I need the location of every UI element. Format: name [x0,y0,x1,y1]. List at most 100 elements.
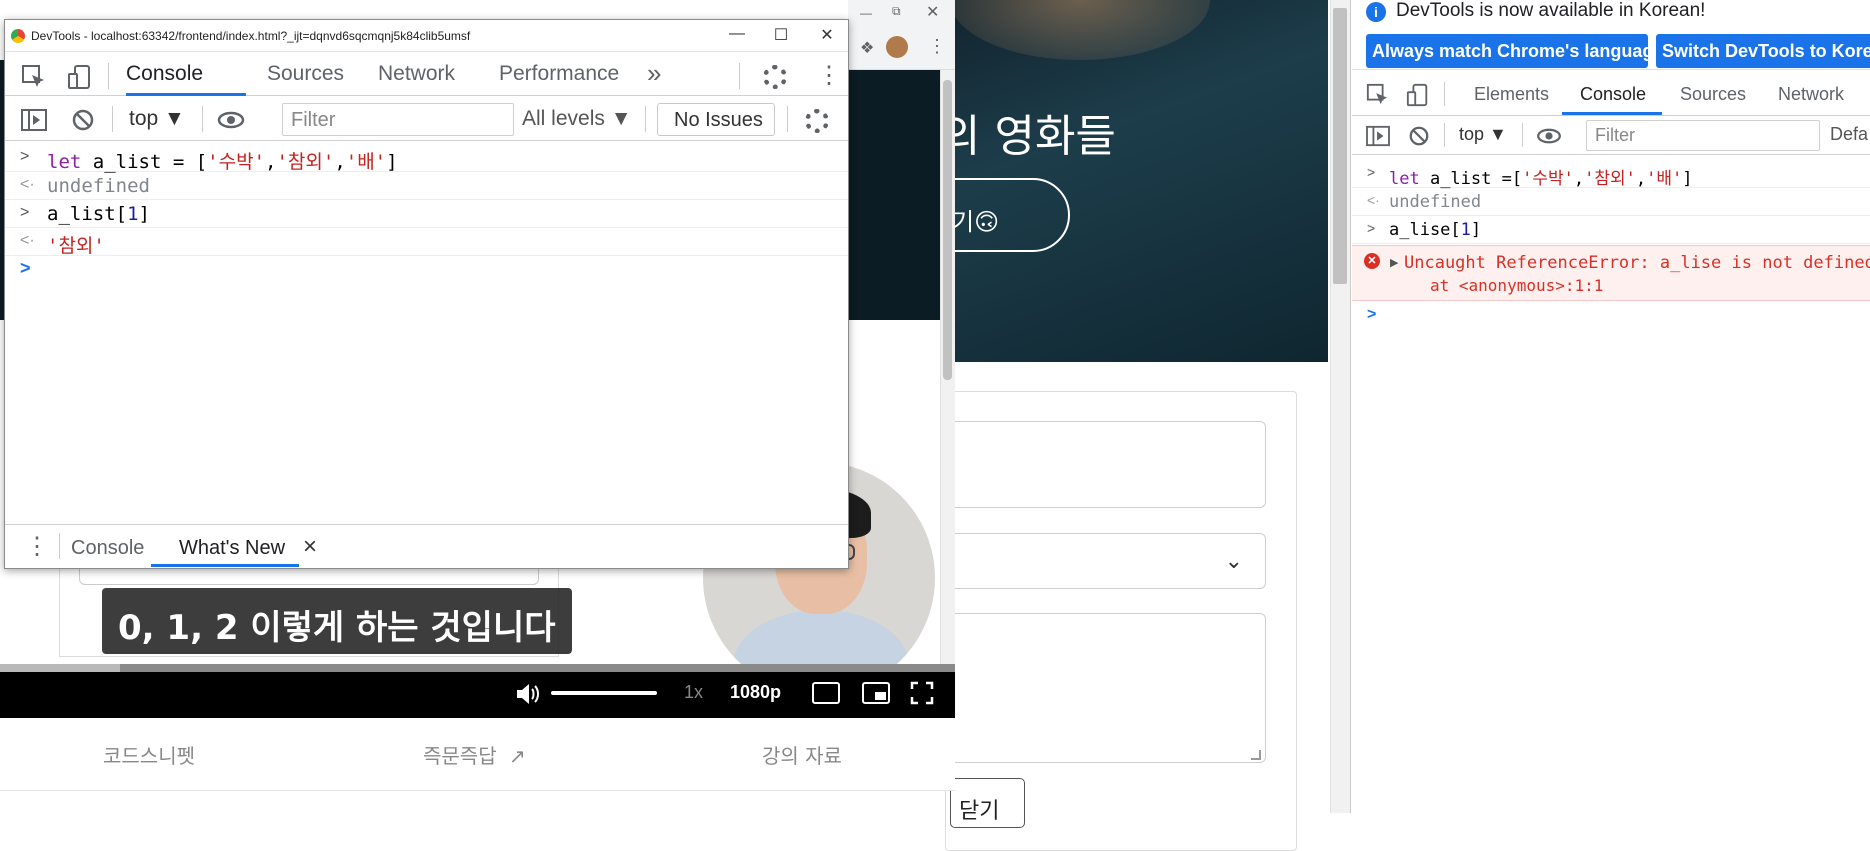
tab-elements[interactable]: Elements [1474,84,1549,105]
console-prompt-area[interactable]: > [1352,302,1870,802]
console-prompt-area[interactable]: > [5,256,848,522]
playback-speed-button[interactable]: 1x [684,682,703,703]
console-filter-input[interactable]: Filter [282,103,514,136]
rating-select[interactable]: ⌄ [950,533,1266,589]
hero-title: 의 영화들 [940,111,1116,162]
tab-network[interactable]: Network [1778,84,1844,105]
extensions-icon[interactable]: ❖ [860,38,874,58]
sidebar-toggle-icon[interactable] [21,108,47,132]
settings-gear-icon[interactable] [763,65,787,89]
fullscreen-icon[interactable] [910,681,934,705]
drawer-tab-whats-new[interactable]: What's New [179,537,285,560]
console-settings-icon[interactable] [805,109,829,133]
quality-button[interactable]: 1080p [730,682,781,703]
subtitles-icon[interactable] [812,682,840,704]
input-prompt-icon: > [20,204,30,221]
browser-toolbar-fragment: ❖ ⋮ — ⧉ ✕ [848,0,955,70]
volume-icon[interactable] [514,680,542,708]
maximize-icon[interactable]: ☐ [771,25,791,45]
active-prompt-icon: > [1367,306,1377,323]
console-input-line: > a_list[1] [5,200,848,228]
more-tabs-icon[interactable]: » [647,58,661,89]
console-input-line: > let a_list =['수박','참외','배'] [1352,160,1870,189]
devtools-drawer-tabbar: ⋮ Console What's New × [5,524,848,568]
console-output: '참외' [47,235,105,257]
error-stack-link[interactable]: at <anonymous>:1:1 [1430,276,1603,295]
clear-console-icon[interactable] [1408,125,1430,147]
drawer-tab-console[interactable]: Console [71,537,144,560]
inspect-element-icon[interactable] [1366,83,1390,107]
live-expression-eye-icon[interactable] [1536,127,1562,145]
issues-button[interactable]: No Issues [657,103,775,136]
console-code: let a_list =['수박','참외','배'] [1389,169,1693,189]
infobar-message: DevTools is now available in Korean! [1396,0,1706,21]
devtools-window: DevTools - localhost:63342/frontend/inde… [4,19,849,569]
log-levels-dropdown[interactable]: All levels ▼ [522,107,631,131]
output-arrow-icon: <· [20,176,35,193]
context-selector[interactable]: top ▼ [1459,124,1507,145]
drawer-active-indicator [151,564,299,567]
context-selector[interactable]: top ▼ [129,107,185,131]
console-input-line: > a_lise[1] [1352,216,1870,244]
tab-qna[interactable]: 즉문즉답 ↗ [423,740,526,769]
expand-triangle-icon[interactable]: ▶ [1390,256,1398,269]
active-tab-indicator [1562,112,1662,115]
inspect-element-icon[interactable] [21,64,47,90]
tab-console[interactable]: Console [126,62,203,86]
menu-kebab-icon[interactable]: ⋮ [817,64,841,88]
console-output: undefined [47,175,150,197]
console-code: a_lise[1] [1389,220,1482,240]
switch-to-korean-button[interactable]: Switch DevTools to Korean [1656,34,1870,68]
tab-console[interactable]: Console [1580,84,1646,105]
comment-textarea[interactable] [950,613,1266,763]
tab-performance[interactable]: Performance [499,62,619,86]
console-input-line: > let a_list = ['수박','참외','배'] [5,144,848,173]
error-text: Uncaught ReferenceError: a_lise is not d… [1404,253,1870,273]
video-played-bar [0,664,120,672]
menu-kebab-icon[interactable]: ⋮ [928,36,946,57]
active-prompt-icon: > [20,258,31,278]
page-scroll-thumb[interactable] [943,80,952,380]
console-output-line: <· undefined [5,172,848,200]
device-toolbar-icon[interactable] [1406,83,1430,107]
console-code: a_list[1] [47,203,150,225]
restore-icon[interactable]: ⧉ [892,4,901,19]
tab-sources[interactable]: Sources [267,62,344,86]
console-filter-input[interactable]: Filter [1586,120,1820,151]
video-subtitle: 0, 1, 2 이렇게 하는 것입니다 [102,588,572,654]
clear-console-icon[interactable] [71,108,95,132]
device-toolbar-icon[interactable] [67,64,93,90]
resize-grip-icon[interactable] [1251,750,1261,760]
active-tab-indicator [126,93,246,96]
picture-in-picture-icon[interactable] [862,682,890,704]
tab-network[interactable]: Network [378,62,455,86]
tab-lecture-materials[interactable]: 강의 자료 [762,740,842,769]
close-button[interactable]: 닫기 [950,778,1025,828]
console-output-line: <· undefined [1352,188,1870,216]
url-input[interactable] [950,421,1266,508]
live-expression-eye-icon[interactable] [217,110,245,130]
drawer-menu-icon[interactable]: ⋮ [25,535,49,559]
devtools-titlebar[interactable]: DevTools - localhost:63342/frontend/inde… [5,20,848,52]
devtools-window-title: DevTools - localhost:63342/frontend/inde… [31,29,471,43]
input-prompt-icon: > [20,148,30,165]
minimize-icon[interactable]: — [727,25,747,43]
tab-sources[interactable]: Sources [1680,84,1746,105]
sidebar-toggle-icon[interactable] [1366,125,1390,147]
input-prompt-icon: > [1367,164,1376,180]
always-match-language-button[interactable]: Always match Chrome's language [1366,34,1648,68]
minimize-icon[interactable]: — [860,6,872,20]
tab-code-snippet[interactable]: 코드스니펫 [103,740,195,769]
tab-qna-label: 즉문즉답 [423,744,497,768]
error-icon: ✕ [1364,253,1380,269]
avatar[interactable] [886,36,908,58]
close-icon[interactable]: ✕ [817,25,837,45]
info-icon: i [1366,2,1386,22]
input-prompt-icon: > [1367,220,1376,236]
volume-slider[interactable] [551,691,657,695]
log-levels-dropdown[interactable]: Defa [1830,124,1868,145]
console-code: let a_list = ['수박','참외','배'] [47,151,398,173]
close-icon[interactable]: ✕ [926,2,939,22]
page-scroll-thumb-right[interactable] [1333,8,1347,284]
close-drawer-tab-icon[interactable]: × [303,533,317,561]
